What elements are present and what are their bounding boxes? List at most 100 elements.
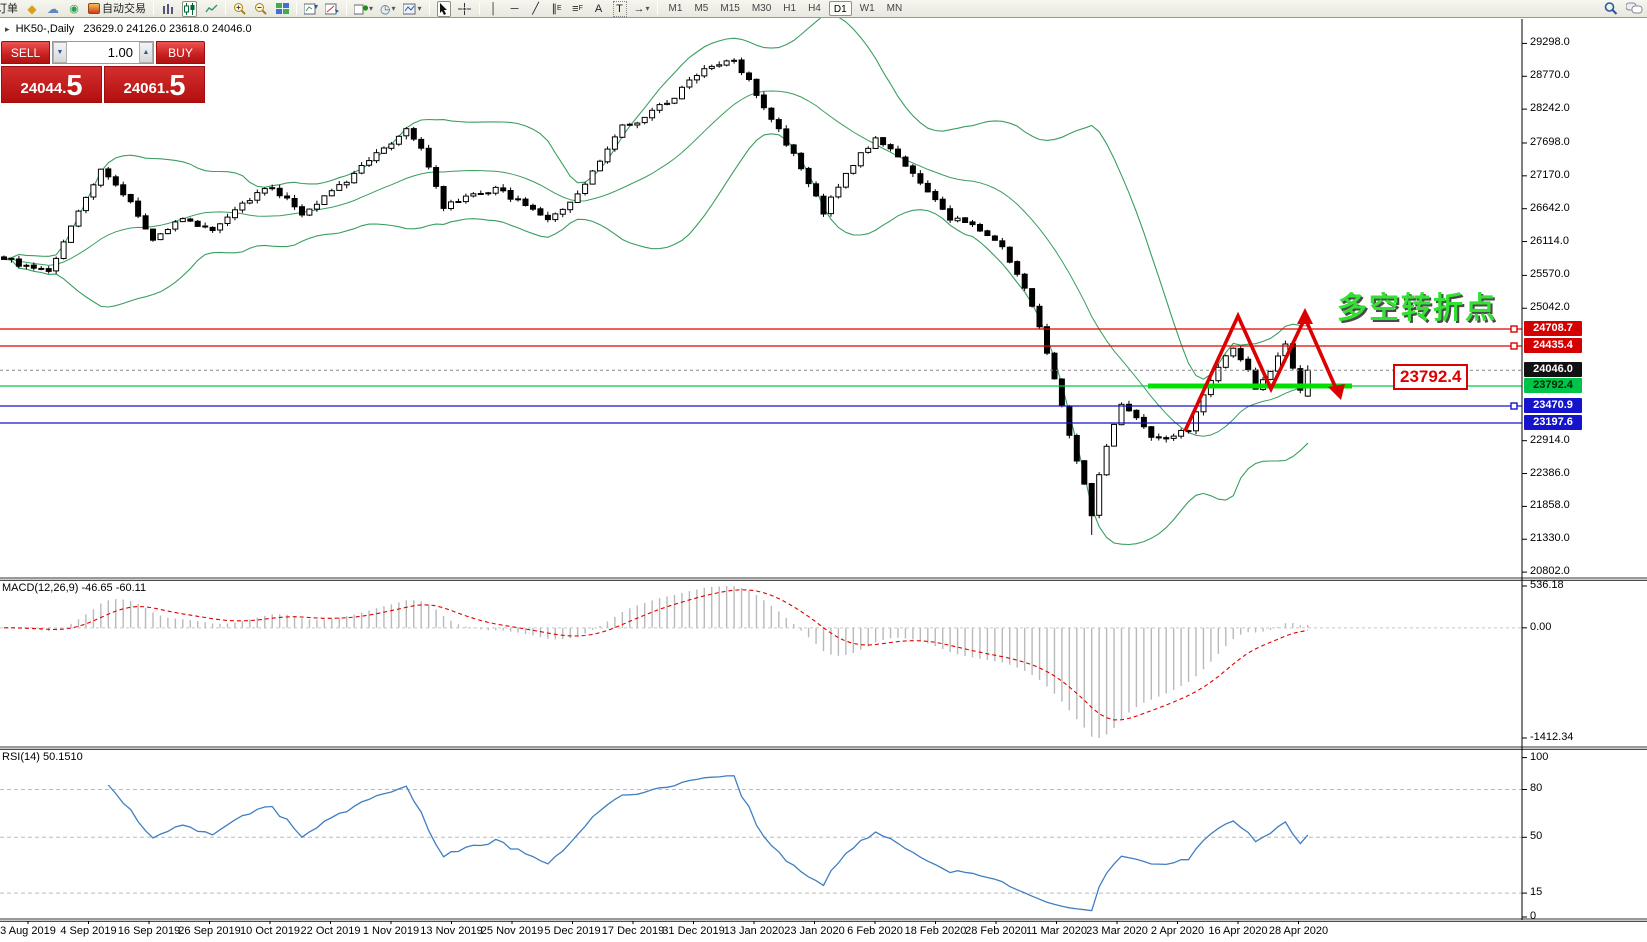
arrows-tool-icon[interactable]: → ▾	[634, 1, 650, 17]
toolbar-separator	[656, 2, 658, 15]
tab-timeframe-h4[interactable]: H4	[804, 1, 825, 16]
volume-down-button[interactable]: ▼	[53, 42, 67, 63]
date-label: 17 Dec 2019	[601, 925, 665, 937]
price-tick-label: 28770.0	[1530, 69, 1570, 82]
periods-icon[interactable]: ◷ ▾	[380, 1, 396, 17]
templates-icon[interactable]: ▾	[402, 1, 422, 17]
tab-timeframe-m15[interactable]: M15	[716, 1, 743, 16]
price-tick-label: 27170.0	[1530, 168, 1570, 181]
date-label: 2 Apr 2020	[1150, 925, 1205, 937]
volume-up-button[interactable]: ▲	[139, 42, 153, 63]
price-level-badge: 23470.9	[1524, 398, 1582, 414]
line-handle[interactable]	[1510, 342, 1518, 350]
level-price-label[interactable]: 23792.4	[1393, 364, 1469, 390]
main-toolbar: 订单 ◆ ☁ ◉ 自动交易 ▾ ◷ ▾ ▾ │ ─ ╱ ∥ E ≡ F A T → ▾ …	[0, 0, 1647, 18]
price-tick-label: 26642.0	[1530, 201, 1570, 214]
date-label: 28 Apr 2020	[1268, 925, 1329, 937]
date-label: 16 Apr 2020	[1208, 925, 1268, 937]
date-label: 5 Dec 2019	[544, 925, 601, 937]
channel-sub-label: E	[556, 4, 562, 12]
zoom-in-icon[interactable]	[233, 1, 247, 17]
channel-icon[interactable]: ∥ E	[550, 1, 564, 17]
sell-button[interactable]: SELL	[1, 41, 50, 64]
macd-tick-label: -1412.34	[1530, 730, 1574, 743]
price-tick-label: 26114.0	[1530, 234, 1569, 247]
bar-chart-icon[interactable]	[161, 1, 175, 17]
indicators-add-icon[interactable]: ▾	[354, 1, 373, 17]
rsi-tick-label: 15	[1530, 886, 1543, 899]
tile-windows-icon[interactable]	[275, 1, 289, 17]
zoom-out-icon[interactable]	[254, 1, 268, 17]
profiles-icon[interactable]	[325, 1, 339, 17]
price-level-badge: 24435.4	[1524, 338, 1582, 353]
toolbar-separator	[428, 2, 430, 15]
text-tool-icon[interactable]: A	[592, 1, 606, 17]
crosshair-icon[interactable]	[458, 1, 472, 17]
fibonacci-icon[interactable]: ≡ F	[571, 1, 585, 17]
caret-icon: ▾	[417, 3, 422, 13]
rsi-tick-label: 100	[1530, 750, 1549, 763]
tab-timeframe-w1[interactable]: W1	[856, 1, 879, 16]
date-label: 6 Feb 2020	[847, 925, 903, 937]
price-level-badge: 24046.0	[1524, 362, 1582, 378]
price-tick-label: 29298.0	[1530, 36, 1570, 49]
toolbar-separator	[296, 2, 297, 15]
macd-tick-label: 0.00	[1530, 620, 1552, 633]
label-tool-icon[interactable]: T	[612, 0, 627, 17]
buy-price-button[interactable]: 24061. 5	[104, 66, 205, 103]
tab-timeframe-mn[interactable]: MN	[883, 1, 907, 16]
new-chart-icon[interactable]	[304, 1, 318, 17]
community-icon[interactable]: ☁	[46, 1, 60, 17]
price-tick-label: 21858.0	[1530, 499, 1570, 512]
tab-timeframe-m5[interactable]: M5	[690, 1, 712, 16]
new-order-label: 订单	[0, 2, 18, 15]
date-label: 11 Mar 2020	[1026, 925, 1087, 937]
price-tick-label: 25570.0	[1530, 268, 1570, 281]
search-icon[interactable]	[1604, 1, 1618, 17]
chart-title: ▸ HK50-,Daily 23629.0 24126.0 23618.0 24…	[5, 23, 252, 35]
vertical-line-icon[interactable]: │	[487, 1, 501, 17]
buy-button[interactable]: BUY	[156, 41, 205, 64]
tab-timeframe-h1[interactable]: H1	[779, 1, 800, 16]
rsi-tick-label: 50	[1530, 830, 1543, 843]
price-level-badge: 23792.4	[1524, 378, 1582, 394]
timeframe-group: M1 M5 M15 M30 H1 H4 D1 W1 MN	[665, 1, 907, 16]
date-label: 28 Feb 2020	[965, 925, 1027, 937]
date-label: 13 Jan 2020	[723, 925, 785, 937]
line-handle[interactable]	[1510, 325, 1518, 333]
candlestick-chart-icon[interactable]	[182, 0, 197, 17]
macd-tick-label: 536.18	[1530, 579, 1564, 591]
caret-icon: ▾	[369, 3, 374, 13]
volume-input[interactable]: 1.00	[67, 42, 139, 63]
autotrading-button[interactable]: 自动交易	[88, 1, 146, 17]
toolbar-right-group	[1604, 1, 1643, 17]
meta-editor-icon[interactable]: ◆	[25, 1, 39, 17]
date-label: 3 Aug 2019	[0, 925, 56, 937]
line-chart-icon[interactable]	[204, 1, 218, 17]
date-label: 22 Oct 2019	[300, 925, 361, 937]
trendline-icon[interactable]: ╱	[529, 1, 543, 17]
toolbar-separator	[346, 2, 347, 15]
line-handle[interactable]	[1510, 402, 1518, 410]
sell-price-main: 24044.	[20, 80, 67, 97]
collapse-triangle-icon[interactable]: ▸	[5, 24, 10, 34]
horizontal-line-icon[interactable]: ─	[508, 1, 522, 17]
tab-timeframe-m1[interactable]: M1	[665, 1, 687, 16]
mt4-window: 订单 ◆ ☁ ◉ 自动交易 ▾ ◷ ▾ ▾ │ ─ ╱ ∥ E ≡ F A T → ▾ …	[0, 0, 1647, 942]
date-label: 10 Oct 2019	[240, 925, 300, 937]
new-order-button[interactable]: 订单	[0, 1, 18, 17]
autotrading-icon	[88, 3, 100, 14]
tab-timeframe-m30[interactable]: M30	[748, 1, 775, 16]
cursor-icon[interactable]	[436, 0, 451, 17]
turning-point-annotation[interactable]: 多空转折点	[1337, 283, 1497, 327]
sell-price-button[interactable]: 24044. 5	[1, 66, 102, 103]
ohlc-values: 23629.0 24126.0 23618.0 24046.0	[83, 23, 252, 35]
caret-icon: ▾	[391, 3, 396, 13]
toolbar-separator	[225, 2, 226, 15]
date-label: 23 Jan 2020	[784, 925, 845, 937]
chat-icon[interactable]	[1626, 1, 1643, 17]
chart-canvas[interactable]	[0, 0, 1647, 942]
price-level-badge: 23197.6	[1524, 415, 1582, 431]
tab-timeframe-d1[interactable]: D1	[828, 1, 852, 16]
signals-icon[interactable]: ◉	[67, 1, 81, 17]
